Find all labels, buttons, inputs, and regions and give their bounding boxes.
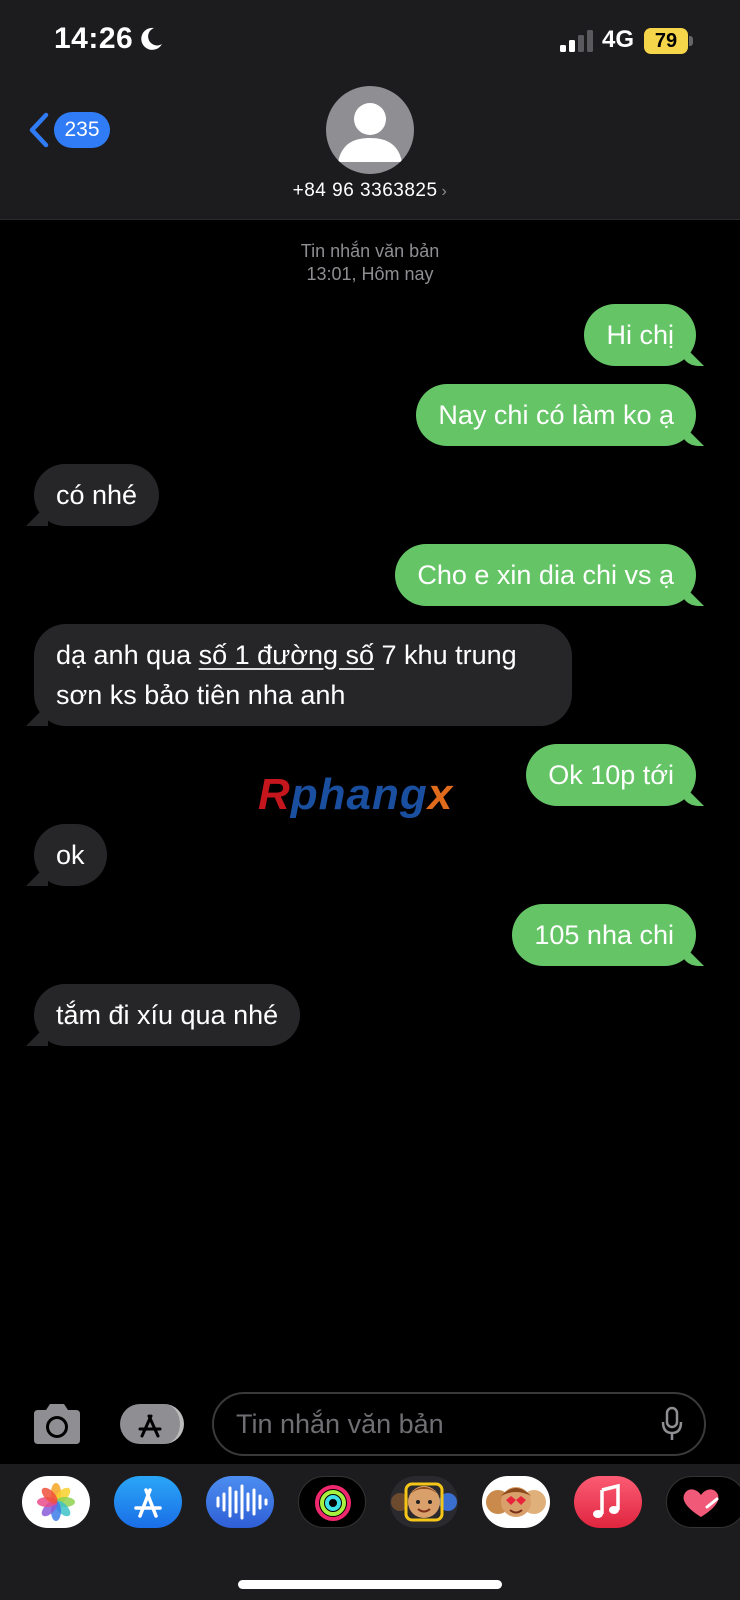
compose-bar: [0, 1392, 740, 1456]
message-time-label: 13:01, Hôm nay: [306, 264, 434, 284]
memoji-stickers-glyph: [486, 1487, 546, 1517]
app-store-apps-icon[interactable]: [120, 1404, 184, 1444]
memoji-stickers-icon[interactable]: [482, 1476, 550, 1528]
status-bar: 14:26 4G 79: [0, 0, 740, 84]
photos-flower: [37, 1483, 75, 1521]
audio-message-icon[interactable]: [206, 1476, 274, 1528]
digital-touch-icon[interactable]: [666, 1476, 740, 1528]
message-text: Nay chi có làm ko ạ: [438, 400, 674, 430]
incoming-message[interactable]: có nhé: [34, 464, 160, 526]
incoming-message[interactable]: tắm đi xíu qua nhé: [34, 984, 301, 1046]
outgoing-message[interactable]: Ok 10p tới: [526, 744, 696, 806]
app-drawer: [0, 1464, 740, 1600]
message-input[interactable]: [212, 1392, 706, 1456]
photos-app-icon[interactable]: [22, 1476, 90, 1528]
back-button[interactable]: 235: [28, 110, 118, 150]
message-text: Ok 10p tới: [548, 760, 674, 790]
outgoing-message[interactable]: 105 nha chi: [512, 904, 696, 966]
app-store-icon[interactable]: [114, 1476, 182, 1528]
message-text: ok: [56, 840, 85, 870]
watermark-logo: Rphangx: [258, 770, 454, 819]
moon-icon: [141, 27, 162, 50]
heart-hand-glyph: [683, 1489, 719, 1517]
status-time: 14:26: [54, 22, 134, 55]
chevron-left-icon: [29, 112, 49, 148]
incoming-message[interactable]: ok: [34, 824, 107, 886]
network-type: 4G: [602, 26, 635, 53]
app-store-glyph: [138, 1414, 162, 1438]
outgoing-message[interactable]: Hi chị: [584, 304, 696, 366]
outgoing-message[interactable]: Nay chi có làm ko ạ: [416, 384, 696, 446]
message-text: 105 nha chi: [534, 920, 674, 950]
address-link[interactable]: số 1 đường số: [199, 640, 374, 670]
message-text: có nhé: [56, 480, 138, 510]
battery-icon: 79: [644, 28, 693, 54]
battery-level: 79: [644, 28, 688, 54]
memoji-face: [391, 1482, 457, 1522]
incoming-message[interactable]: dạ anh qua số 1 đường số 7 khu trung sơn…: [34, 624, 572, 726]
microphone-icon[interactable]: [660, 1406, 684, 1442]
chevron-right-icon: ›: [441, 183, 448, 200]
message-line-2: sơn ks bảo tiên nha anh: [56, 680, 346, 710]
person-icon: [338, 103, 402, 162]
contact-name[interactable]: +84 96 3363825 ›: [0, 180, 740, 202]
message-type-label: Tin nhắn văn bản: [300, 241, 440, 261]
battery-tip: [689, 36, 693, 46]
memoji-icon[interactable]: [390, 1476, 458, 1528]
contact-avatar[interactable]: [326, 86, 414, 174]
message-line-1: dạ anh qua số 1 đường số 7 khu trung: [56, 640, 517, 670]
home-indicator: [238, 1580, 502, 1589]
cellular-signal-icon: [560, 30, 593, 52]
app-store-glyph: [134, 1488, 162, 1518]
music-note-glyph: [593, 1483, 620, 1518]
message-text: Hi chị: [606, 320, 674, 350]
camera-icon[interactable]: [30, 1402, 84, 1446]
fitness-activity-icon[interactable]: [298, 1476, 366, 1528]
music-app-icon[interactable]: [574, 1476, 642, 1528]
waveform-glyph: [216, 1484, 268, 1520]
message-text: Cho e xin dia chi vs ạ: [417, 560, 674, 590]
unread-count-badge: 235: [54, 112, 110, 148]
outgoing-message[interactable]: Cho e xin dia chi vs ạ: [395, 544, 696, 606]
contact-number: +84 96 3363825: [292, 180, 438, 201]
message-text: tắm đi xíu qua nhé: [56, 1000, 279, 1030]
conversation-header: 235 +84 96 3363825 ›: [0, 84, 740, 220]
activity-rings: [315, 1485, 351, 1521]
message-timestamp: Tin nhắn văn bản 13:01, Hôm nay: [0, 240, 740, 286]
